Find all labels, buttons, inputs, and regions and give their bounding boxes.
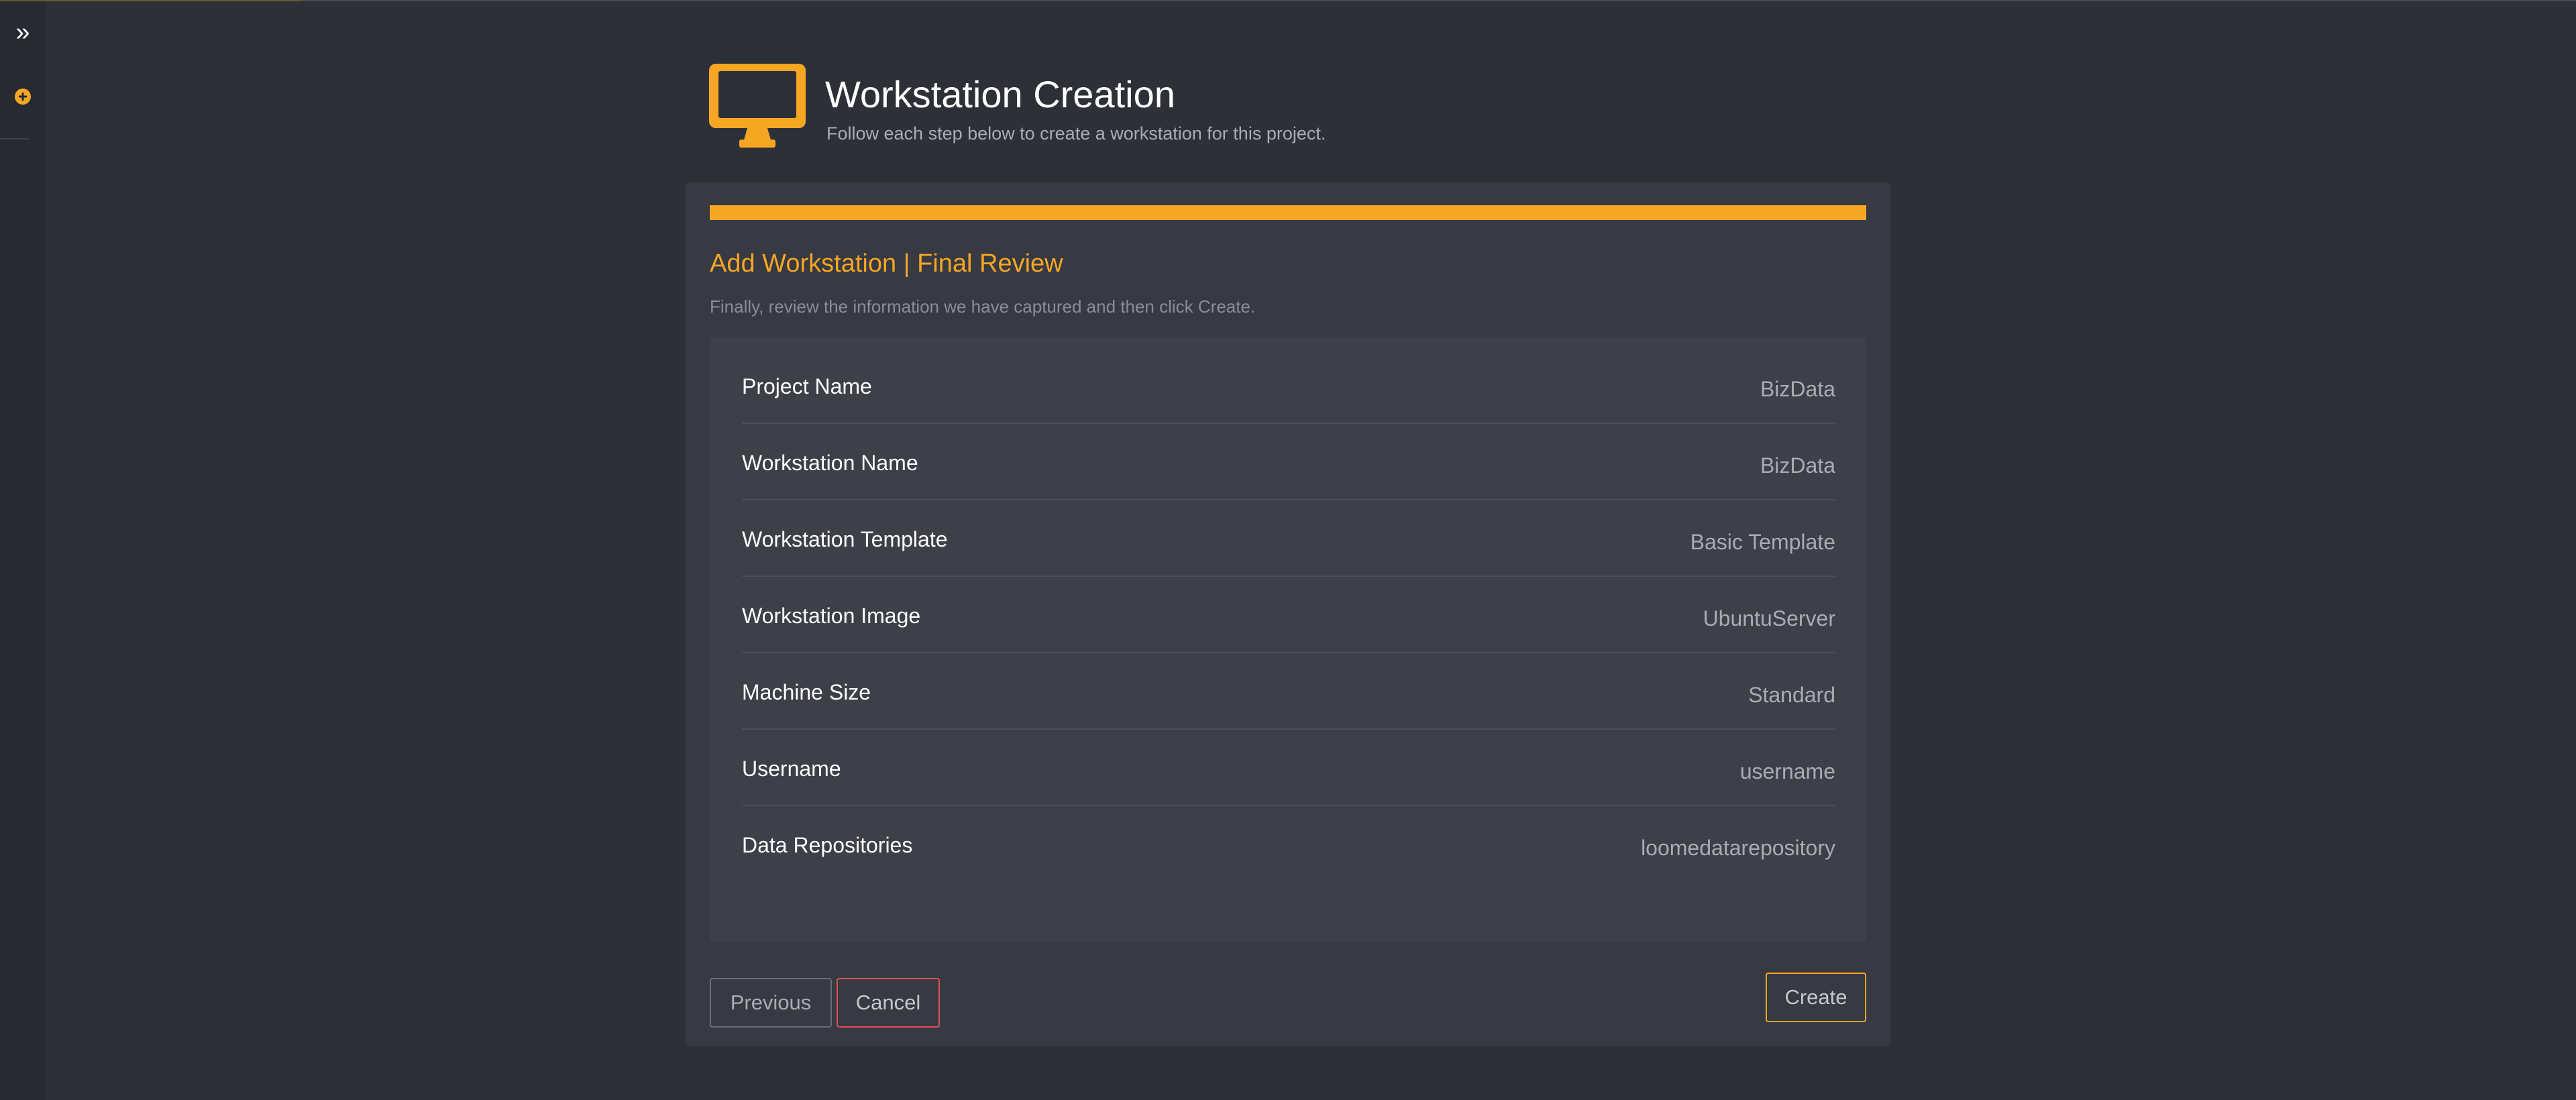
review-row-project-name: Project Name BizData (742, 346, 1835, 424)
page-title: Workstation Creation (825, 73, 1175, 115)
review-label: Workstation Template (742, 527, 948, 551)
review-label: Project Name (742, 374, 872, 398)
double-chevron-right-icon: » (15, 18, 30, 46)
review-row-workstation-image: Workstation Image UbuntuServer (742, 575, 1835, 653)
step-title: Add Workstation | Final Review (710, 250, 1063, 278)
step-description: Finally, review the information we have … (710, 296, 1256, 317)
add-button[interactable] (0, 80, 46, 113)
sidebar-divider (0, 138, 30, 140)
page-subtitle: Follow each step below to create a works… (826, 123, 1326, 144)
wizard-panel: Add Workstation | Final Review Finally, … (686, 182, 1890, 1046)
review-value: loomedatarepository (1641, 836, 1835, 860)
review-value: Standard (1748, 683, 1835, 707)
review-row-workstation-template: Workstation Template Basic Template (742, 499, 1835, 577)
review-row-machine-size: Machine Size Standard (742, 652, 1835, 730)
create-button[interactable]: Create (1766, 973, 1866, 1022)
review-row-username: Username username (742, 728, 1835, 806)
review-row-workstation-name: Workstation Name BizData (742, 423, 1835, 500)
review-summary: Project Name BizData Workstation Name Bi… (710, 337, 1866, 942)
expand-sidebar-button[interactable]: » (0, 16, 46, 48)
review-value: username (1739, 759, 1835, 783)
sidebar: » (0, 1, 46, 1100)
review-label: Workstation Name (742, 451, 918, 475)
review-value: Basic Template (1690, 530, 1835, 554)
review-label: Machine Size (742, 680, 871, 704)
review-value: BizData (1760, 377, 1835, 401)
review-label: Username (742, 757, 841, 781)
review-value: BizData (1760, 453, 1835, 478)
progress-fill (710, 205, 1866, 220)
review-row-data-repositories: Data Repositories loomedatarepository (742, 805, 1835, 881)
review-value: UbuntuServer (1703, 606, 1835, 630)
progress-bar (710, 205, 1866, 220)
top-border (0, 0, 2576, 1)
review-label: Workstation Image (742, 604, 921, 628)
previous-button[interactable]: Previous (710, 978, 832, 1028)
plus-circle-icon (15, 89, 31, 105)
monitor-icon (709, 64, 806, 148)
review-label: Data Repositories (742, 833, 913, 857)
cancel-button[interactable]: Cancel (837, 978, 940, 1028)
